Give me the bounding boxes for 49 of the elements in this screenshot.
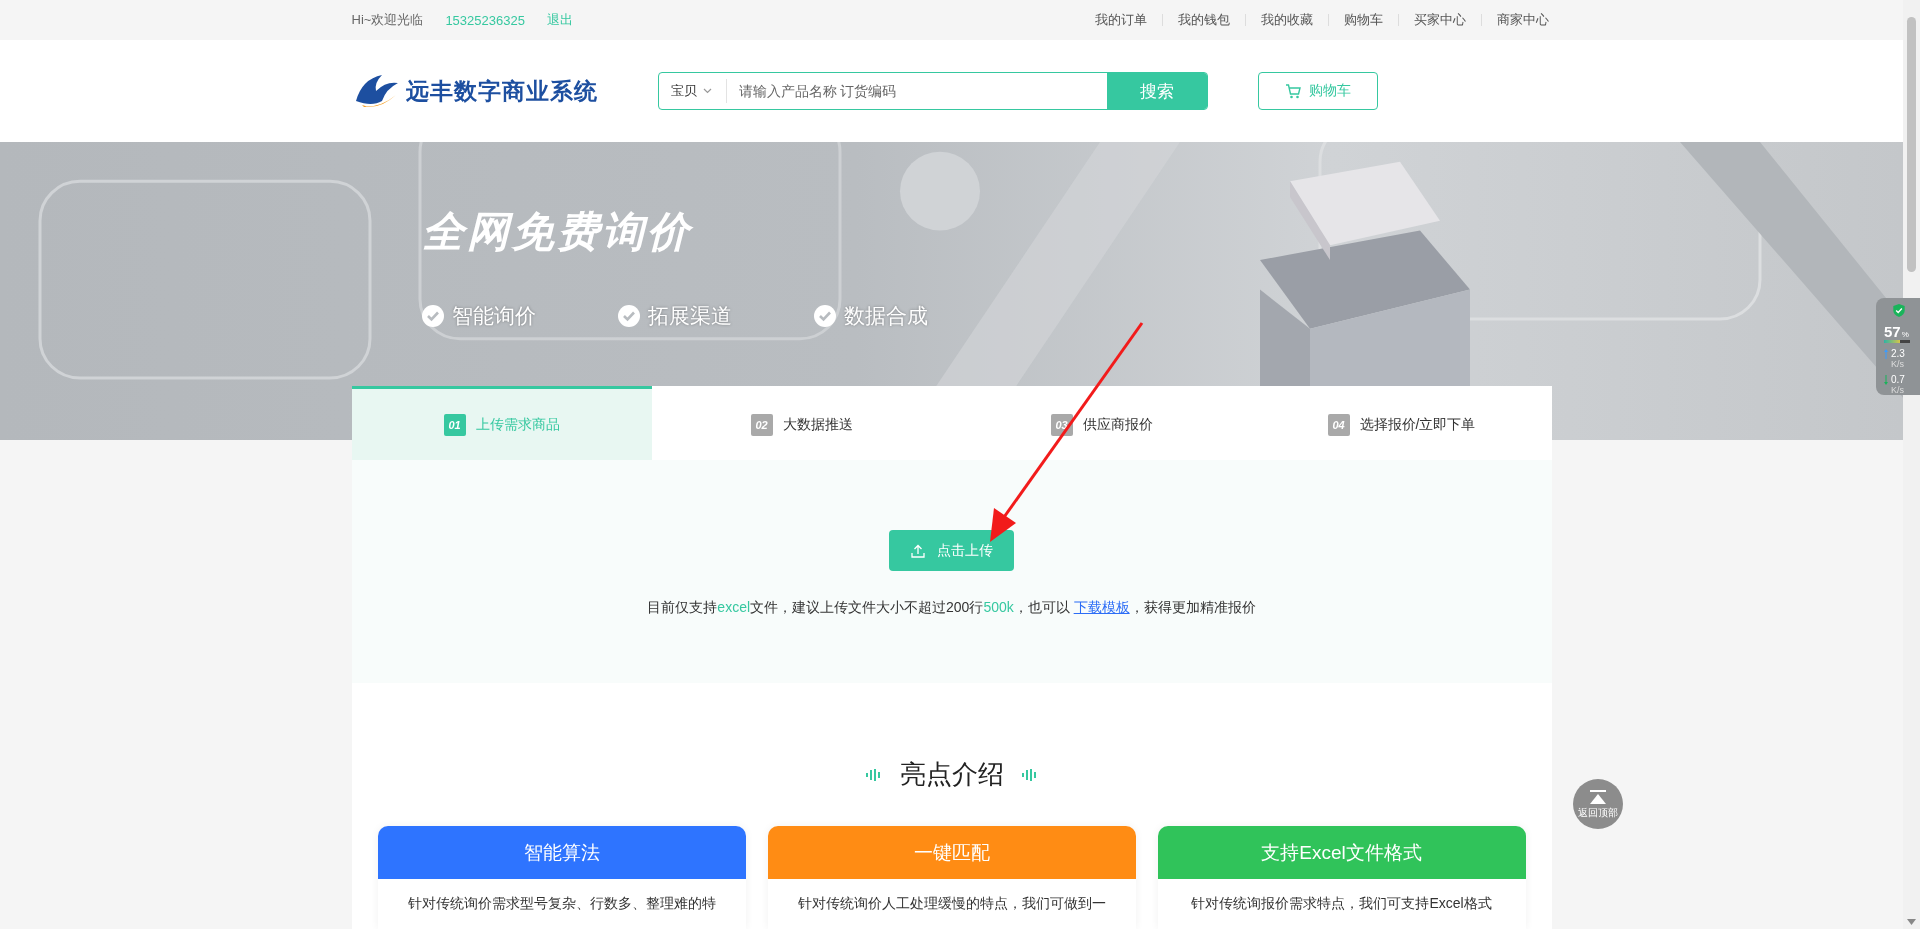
card-header: 一键匹配 xyxy=(767,826,1136,879)
feature-label: 拓展渠道 xyxy=(647,303,732,329)
arrow-up-icon xyxy=(1589,790,1607,806)
phone-number: 15325236325 xyxy=(445,12,525,28)
upload-speed: 2.3 xyxy=(1891,349,1905,359)
top-nav-link[interactable]: 商家中心 xyxy=(1480,14,1552,26)
download-template-link[interactable]: 下载模板 xyxy=(1073,599,1130,615)
download-arrow-icon xyxy=(1884,375,1888,385)
feature-label: 智能询价 xyxy=(451,303,536,329)
percent-unit: % xyxy=(1901,330,1909,339)
check-icon xyxy=(813,305,836,327)
shield-icon xyxy=(1892,304,1906,317)
upload-icon xyxy=(910,543,925,558)
feature-label: 数据合成 xyxy=(843,303,928,329)
wave-icon xyxy=(1021,768,1038,781)
upload-arrow-icon xyxy=(1884,349,1888,359)
top-nav-link[interactable]: 买家中心 xyxy=(1397,14,1481,26)
banner-title: 全网免费询价 xyxy=(421,207,692,257)
download-speed: 0.7 xyxy=(1891,375,1905,385)
scrollbar-thumb[interactable] xyxy=(1907,17,1916,272)
scroll-down-icon[interactable] xyxy=(1907,919,1916,925)
scope-dropdown[interactable]: 宝贝 xyxy=(658,79,727,103)
card-header: 智能算法 xyxy=(377,826,746,879)
card-description: 针对传统询报价需求特点，我们可支持Excel格式 xyxy=(1190,894,1493,913)
logo-text: 远丰数字商业系统 xyxy=(405,76,598,106)
check-icon xyxy=(617,305,640,327)
top-nav-link[interactable]: 我的订单 xyxy=(1079,14,1162,26)
usage-bar xyxy=(1884,340,1910,343)
step-number: 03 xyxy=(1050,413,1073,436)
upload-note: 目前仅支持excel文件，建议上传文件大小不超过200行500k，也可以 下载模板，获得更加精准报价 xyxy=(647,599,1256,617)
card-description: 针对传统询价需求型号复杂、行数多、整理难的特 xyxy=(406,894,717,913)
wave-icon xyxy=(865,768,882,781)
top-nav-link[interactable]: 购物车 xyxy=(1327,14,1398,26)
step-number: 04 xyxy=(1327,413,1350,436)
check-icon xyxy=(421,305,444,327)
step-number: 02 xyxy=(750,413,773,436)
speed-unit: K/s xyxy=(1891,385,1905,395)
section-title: 亮点介绍 xyxy=(899,758,1004,791)
speed-unit: K/s xyxy=(1891,359,1905,369)
card-header: 支持Excel文件格式 xyxy=(1157,826,1526,879)
percent-value: 57 xyxy=(1884,323,1901,340)
card-description: 针对传统询价人工处理缓慢的特点，我们可做到一 xyxy=(796,894,1107,913)
step-number: 01 xyxy=(443,413,466,436)
caret-icon xyxy=(702,88,712,94)
search-field[interactable]: 宝贝 请输入产品名称 订货编码 搜索 xyxy=(657,72,1208,110)
greeting-text: Hi~欢迎光临 xyxy=(351,11,424,29)
cart-icon xyxy=(1284,83,1301,99)
top-nav-link[interactable]: 我的钱包 xyxy=(1161,14,1245,26)
top-nav-link[interactable]: 我的收藏 xyxy=(1244,14,1328,26)
